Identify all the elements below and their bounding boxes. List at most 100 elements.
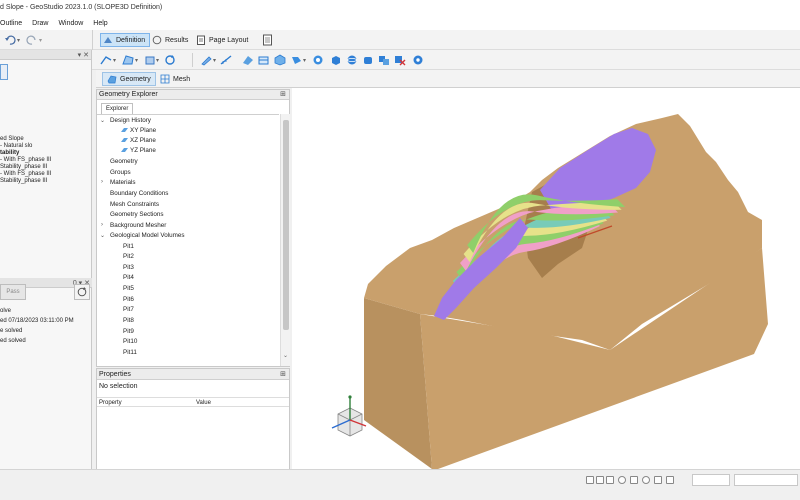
tab-mesh-label: Mesh: [173, 75, 191, 83]
properties-columns: Property Value: [97, 397, 289, 407]
status-field: [734, 474, 798, 486]
analysis-item[interactable]: Stability_phase III: [0, 178, 47, 185]
tree-volume-item[interactable]: Pit11: [123, 349, 137, 357]
tree-xy-plane[interactable]: XY Plane: [121, 127, 156, 135]
view-side-icon[interactable]: [596, 476, 604, 484]
analysis-item[interactable]: ed Slope: [0, 136, 24, 143]
menu-help[interactable]: Help: [93, 18, 107, 30]
undo-button[interactable]: ▾: [4, 33, 20, 47]
cylinder-tool[interactable]: [362, 53, 374, 67]
snap-icon[interactable]: [666, 476, 674, 484]
menu-window[interactable]: Window: [58, 18, 83, 30]
chevron-down-icon[interactable]: ⌄: [100, 232, 105, 239]
analysis-selected-marker[interactable]: [0, 64, 8, 80]
orientation-cube[interactable]: [331, 395, 367, 437]
tab-mesh[interactable]: Mesh: [156, 72, 194, 86]
tree-background-mesher[interactable]: Background Mesher: [110, 222, 166, 230]
tree-label: YZ Plane: [130, 147, 156, 154]
chevron-right-icon[interactable]: ›: [101, 179, 103, 185]
zoom-fit-icon[interactable]: [654, 476, 662, 484]
tree-design-history[interactable]: Design History: [110, 117, 151, 125]
slope-model-render[interactable]: [292, 88, 800, 469]
tree-yz-plane[interactable]: YZ Plane: [121, 147, 156, 155]
page-layout-icon: [197, 35, 205, 45]
properties-header: Properties ⊞: [97, 369, 289, 380]
tree-volume-item[interactable]: Pit10: [123, 338, 137, 346]
report-button[interactable]: [262, 33, 273, 47]
redo-button[interactable]: ▾: [26, 33, 42, 47]
surface-icon: [243, 56, 253, 65]
cut-tool[interactable]: ▾: [290, 53, 306, 67]
box-icon: [332, 56, 340, 65]
tree-volume-item[interactable]: Pit6: [123, 296, 134, 304]
union-tool[interactable]: [378, 53, 390, 67]
mesh-icon: [160, 74, 170, 84]
section-tool[interactable]: [258, 53, 270, 67]
tree-groups[interactable]: Groups: [110, 169, 131, 177]
sphere-tool[interactable]: [346, 53, 358, 67]
tree-volume-item[interactable]: Pit3: [123, 264, 134, 272]
analysis-item[interactable]: Stability_phase III: [0, 164, 47, 171]
tree-geometry[interactable]: Geometry: [110, 158, 138, 166]
tree-volume-item[interactable]: Pit8: [123, 317, 134, 325]
tree-volume-item[interactable]: Pit2: [123, 253, 134, 261]
mode-definition-label: Definition: [116, 36, 146, 44]
view-top-icon[interactable]: [606, 476, 614, 484]
analysis-item[interactable]: - With FS_phase III: [0, 157, 51, 164]
explorer-scrollbar[interactable]: ⌄: [280, 114, 290, 366]
menu-outline[interactable]: Outline: [0, 18, 22, 30]
solve-pass-button[interactable]: Pass: [0, 284, 26, 300]
mode-page-layout-tab[interactable]: Page Layout: [193, 33, 253, 47]
pin-icon[interactable]: ⊞: [280, 369, 286, 380]
subtract-tool[interactable]: [394, 53, 406, 67]
pin-icon[interactable]: ⊞: [280, 90, 286, 100]
3d-viewport[interactable]: [292, 88, 800, 469]
volume-tool[interactable]: [274, 53, 287, 67]
tab-geometry[interactable]: Geometry: [102, 72, 156, 86]
tree-volume-item[interactable]: Pit4: [123, 274, 134, 282]
tree-mesh-constraints[interactable]: Mesh Constraints: [110, 201, 159, 209]
boundary-tool[interactable]: [312, 53, 324, 67]
pan-icon[interactable]: [630, 476, 638, 484]
toolbar-divider: [192, 53, 193, 67]
settings-tool[interactable]: [412, 53, 424, 67]
analysis-item[interactable]: tability: [0, 150, 19, 157]
tree-volume-item[interactable]: Pit9: [123, 328, 134, 336]
draw-region-tool[interactable]: ▾: [122, 53, 138, 67]
scroll-down-icon[interactable]: ⌄: [283, 352, 288, 359]
tree-geometry-sections[interactable]: Geometry Sections: [110, 211, 164, 219]
report-icon: [263, 34, 272, 46]
refresh-tool[interactable]: [164, 53, 176, 67]
tree-volume-item[interactable]: Pit5: [123, 285, 134, 293]
rotate-icon[interactable]: [618, 476, 626, 484]
zoom-icon[interactable]: [642, 476, 650, 484]
analysis-item[interactable]: - Natural slo: [0, 143, 32, 150]
solve-refresh-button[interactable]: [74, 284, 90, 300]
extrude-tool[interactable]: ▾: [144, 53, 159, 67]
box-tool[interactable]: [330, 53, 342, 67]
solve-status-line: ed 07/18/2023 03:11:00 PM: [0, 318, 74, 324]
chevron-right-icon[interactable]: ›: [101, 222, 103, 228]
sketch-tool[interactable]: ▾: [200, 53, 216, 67]
explorer-subtab[interactable]: Explorer: [101, 103, 134, 114]
surface-tool[interactable]: [242, 53, 254, 67]
tree-xz-plane[interactable]: XZ Plane: [121, 137, 156, 145]
subtract-icon: [395, 56, 406, 66]
draw-line-tool[interactable]: ▾: [100, 53, 116, 67]
measure-tool[interactable]: [220, 53, 232, 67]
tree-geological-model-volumes[interactable]: Geological Model Volumes: [110, 232, 185, 240]
view-front-icon[interactable]: [586, 476, 594, 484]
tree-volume-item[interactable]: Pit1: [123, 243, 134, 251]
mode-definition-tab[interactable]: Definition: [100, 33, 151, 47]
analysis-item[interactable]: - With FS_phase III: [0, 171, 51, 178]
mode-results-tab[interactable]: Results: [149, 33, 193, 47]
chevron-down-icon[interactable]: ⌄: [100, 117, 105, 124]
panel-controls[interactable]: ▾ ✕: [78, 51, 89, 59]
measure-icon: [220, 55, 232, 65]
tree-boundary-conditions[interactable]: Boundary Conditions: [110, 190, 168, 198]
tree-volume-item[interactable]: Pit7: [123, 306, 134, 314]
scrollbar-thumb[interactable]: [283, 120, 289, 330]
sketch-pen-icon: [201, 56, 212, 66]
menu-draw[interactable]: Draw: [32, 18, 48, 30]
tree-materials[interactable]: Materials: [110, 179, 136, 187]
